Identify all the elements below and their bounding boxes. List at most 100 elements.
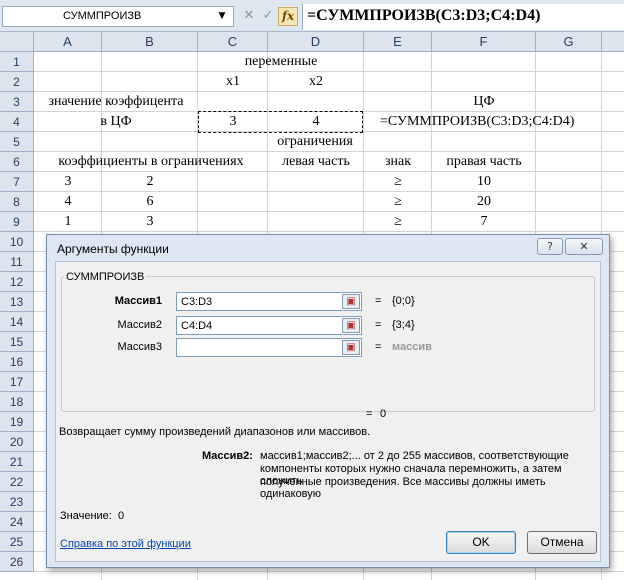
function-description: Возвращает сумму произведений диапазонов… — [59, 426, 371, 438]
arg1-result: {0;0} — [392, 295, 415, 307]
formula-input[interactable]: =СУММПРОИЗВ(C3:D3;C4:D4) — [302, 4, 624, 30]
value-label: Значение: — [60, 510, 112, 522]
row-header[interactable]: 2 — [0, 72, 34, 92]
row-header[interactable]: 17 — [0, 372, 34, 392]
cell-f7[interactable]: 10 — [432, 172, 536, 192]
dialog-body: Массив1 C3:D3 ▣ = {0;0} Массив2 C4:D4 ▣ … — [55, 261, 601, 562]
row-header[interactable]: 11 — [0, 252, 34, 272]
column-headers: A B C D E F G — [0, 32, 624, 52]
cell-a6[interactable]: коэффициенты в ограничениях — [34, 152, 268, 172]
cancel-button[interactable]: Отмена — [527, 531, 597, 554]
cell-d2[interactable]: x2 — [268, 72, 364, 92]
copy-marquee-selection — [198, 111, 363, 133]
cell-a4[interactable]: в ЦФ — [34, 112, 198, 132]
value-result: 0 — [118, 510, 125, 522]
cell-e9[interactable]: ≥ — [364, 212, 432, 232]
row-header[interactable]: 3 — [0, 92, 34, 112]
cell-b9[interactable]: 3 — [102, 212, 198, 232]
row-header[interactable]: 14 — [0, 312, 34, 332]
row-header[interactable]: 6 — [0, 152, 34, 172]
arg2-label: Массив2 — [117, 319, 162, 331]
arg-desc-line: массив1;массив2;... от 2 до 255 массивов… — [260, 450, 569, 462]
arg2-equals: = — [375, 319, 382, 331]
cell-f3[interactable]: ЦФ — [432, 92, 536, 112]
grid-line — [34, 571, 624, 572]
row-header[interactable]: 9 — [0, 212, 34, 232]
column-header-f[interactable]: F — [432, 32, 536, 52]
cell-f8[interactable]: 20 — [432, 192, 536, 212]
arg2-input[interactable]: C4:D4 — [176, 316, 362, 335]
insert-function-icon[interactable]: fx — [278, 7, 298, 26]
arg-desc-label: Массив2: — [202, 450, 253, 462]
row-header[interactable]: 12 — [0, 272, 34, 292]
column-header-a[interactable]: A — [34, 32, 102, 52]
cell-a3[interactable]: значение коэффицента — [34, 92, 198, 112]
cell-f6[interactable]: правая часть — [432, 152, 536, 172]
cell-e8[interactable]: ≥ — [364, 192, 432, 212]
arg3-result: массив — [392, 341, 432, 353]
column-header-e[interactable]: E — [364, 32, 432, 52]
row-header[interactable]: 19 — [0, 412, 34, 432]
row-header[interactable]: 4 — [0, 112, 34, 132]
cell-a8[interactable]: 4 — [34, 192, 102, 212]
select-all-corner[interactable] — [0, 32, 34, 52]
row-header[interactable]: 26 — [0, 552, 34, 572]
arg3-equals: = — [375, 341, 382, 353]
column-header-g[interactable]: G — [536, 32, 602, 52]
cell-c5[interactable]: ограничения — [198, 132, 432, 152]
row-header[interactable]: 10 — [0, 232, 34, 252]
chevron-down-icon[interactable]: ▼ — [214, 9, 230, 23]
row-header[interactable]: 21 — [0, 452, 34, 472]
arg1-label: Массив1 — [114, 295, 162, 307]
enter-icon[interactable]: ✓ — [259, 8, 277, 24]
arg2-result: {3;4} — [392, 319, 415, 331]
row-header[interactable]: 18 — [0, 392, 34, 412]
row-header[interactable]: 25 — [0, 532, 34, 552]
cell-e4[interactable]: =СУММПРОИЗВ(C3:D3;C4:D4) — [380, 112, 600, 132]
row-header[interactable]: 22 — [0, 472, 34, 492]
cancel-icon[interactable]: ✕ — [240, 8, 258, 24]
arguments-group: Массив1 C3:D3 ▣ = {0;0} Массив2 C4:D4 ▣ … — [61, 276, 595, 412]
cell-e6[interactable]: знак — [364, 152, 432, 172]
row-header[interactable]: 23 — [0, 492, 34, 512]
dialog-title: Аргументы функции — [57, 242, 169, 256]
cell-b8[interactable]: 6 — [102, 192, 198, 212]
help-link[interactable]: Справка по этой функции — [60, 538, 191, 550]
row-header[interactable]: 8 — [0, 192, 34, 212]
arg3-label: Массив3 — [117, 341, 162, 353]
arg3-input[interactable] — [176, 338, 362, 357]
cell-d6[interactable]: левая часть — [268, 152, 364, 172]
cell-c2[interactable]: x1 — [198, 72, 268, 92]
row-header[interactable]: 24 — [0, 512, 34, 532]
function-name: СУММПРОИЗВ — [64, 271, 147, 283]
cell-a9[interactable]: 1 — [34, 212, 102, 232]
row-header[interactable]: 1 — [0, 52, 34, 72]
arg-desc-line: полученные произведения. Все массивы дол… — [260, 476, 546, 500]
collapse-dialog-icon[interactable]: ▣ — [342, 318, 360, 333]
collapse-dialog-icon[interactable]: ▣ — [342, 340, 360, 355]
row-header[interactable]: 20 — [0, 432, 34, 452]
cell-c1[interactable]: переменные — [198, 52, 364, 72]
name-box[interactable]: СУММПРОИЗВ — [2, 6, 234, 27]
column-header-d[interactable]: D — [268, 32, 364, 52]
row-header[interactable]: 5 — [0, 132, 34, 152]
row-header[interactable]: 7 — [0, 172, 34, 192]
row-header[interactable]: 13 — [0, 292, 34, 312]
total-equals: = — [366, 408, 373, 420]
column-header-c[interactable]: C — [198, 32, 268, 52]
cell-a7[interactable]: 3 — [34, 172, 102, 192]
cell-e7[interactable]: ≥ — [364, 172, 432, 192]
arg1-input[interactable]: C3:D3 — [176, 292, 362, 311]
cell-b7[interactable]: 2 — [102, 172, 198, 192]
collapse-dialog-icon[interactable]: ▣ — [342, 294, 360, 309]
arg1-equals: = — [375, 295, 382, 307]
formula-bar: СУММПРОИЗВ ▼ ✕ ✓ fx =СУММПРОИЗВ(C3:D3;C4… — [0, 0, 624, 32]
close-icon[interactable]: ✕ — [565, 238, 603, 255]
row-header[interactable]: 16 — [0, 352, 34, 372]
column-header-b[interactable]: B — [102, 32, 198, 52]
cell-f9[interactable]: 7 — [432, 212, 536, 232]
ok-button[interactable]: OK — [446, 531, 516, 554]
function-arguments-dialog: Аргументы функции ? ✕ Массив1 C3:D3 ▣ = … — [46, 234, 610, 568]
help-icon[interactable]: ? — [537, 238, 563, 255]
row-header[interactable]: 15 — [0, 332, 34, 352]
